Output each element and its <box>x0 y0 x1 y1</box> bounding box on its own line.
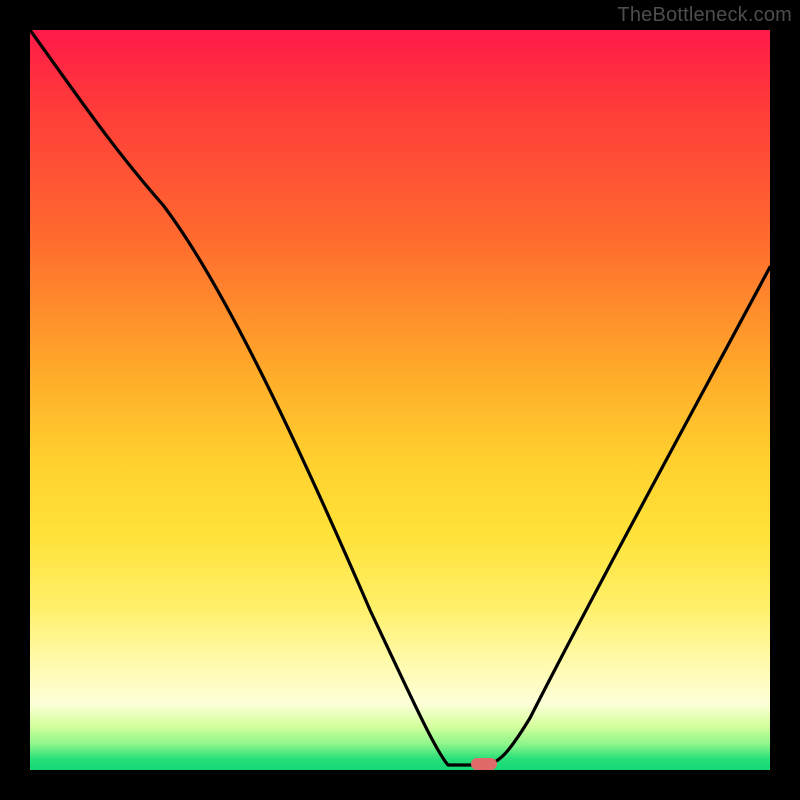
attribution-label: TheBottleneck.com <box>617 4 792 27</box>
bottleneck-curve-path <box>30 30 770 765</box>
optimum-marker <box>471 758 497 770</box>
chart-frame: TheBottleneck.com <box>0 0 800 800</box>
plot-area <box>30 30 770 770</box>
bottleneck-curve-svg <box>30 30 770 770</box>
